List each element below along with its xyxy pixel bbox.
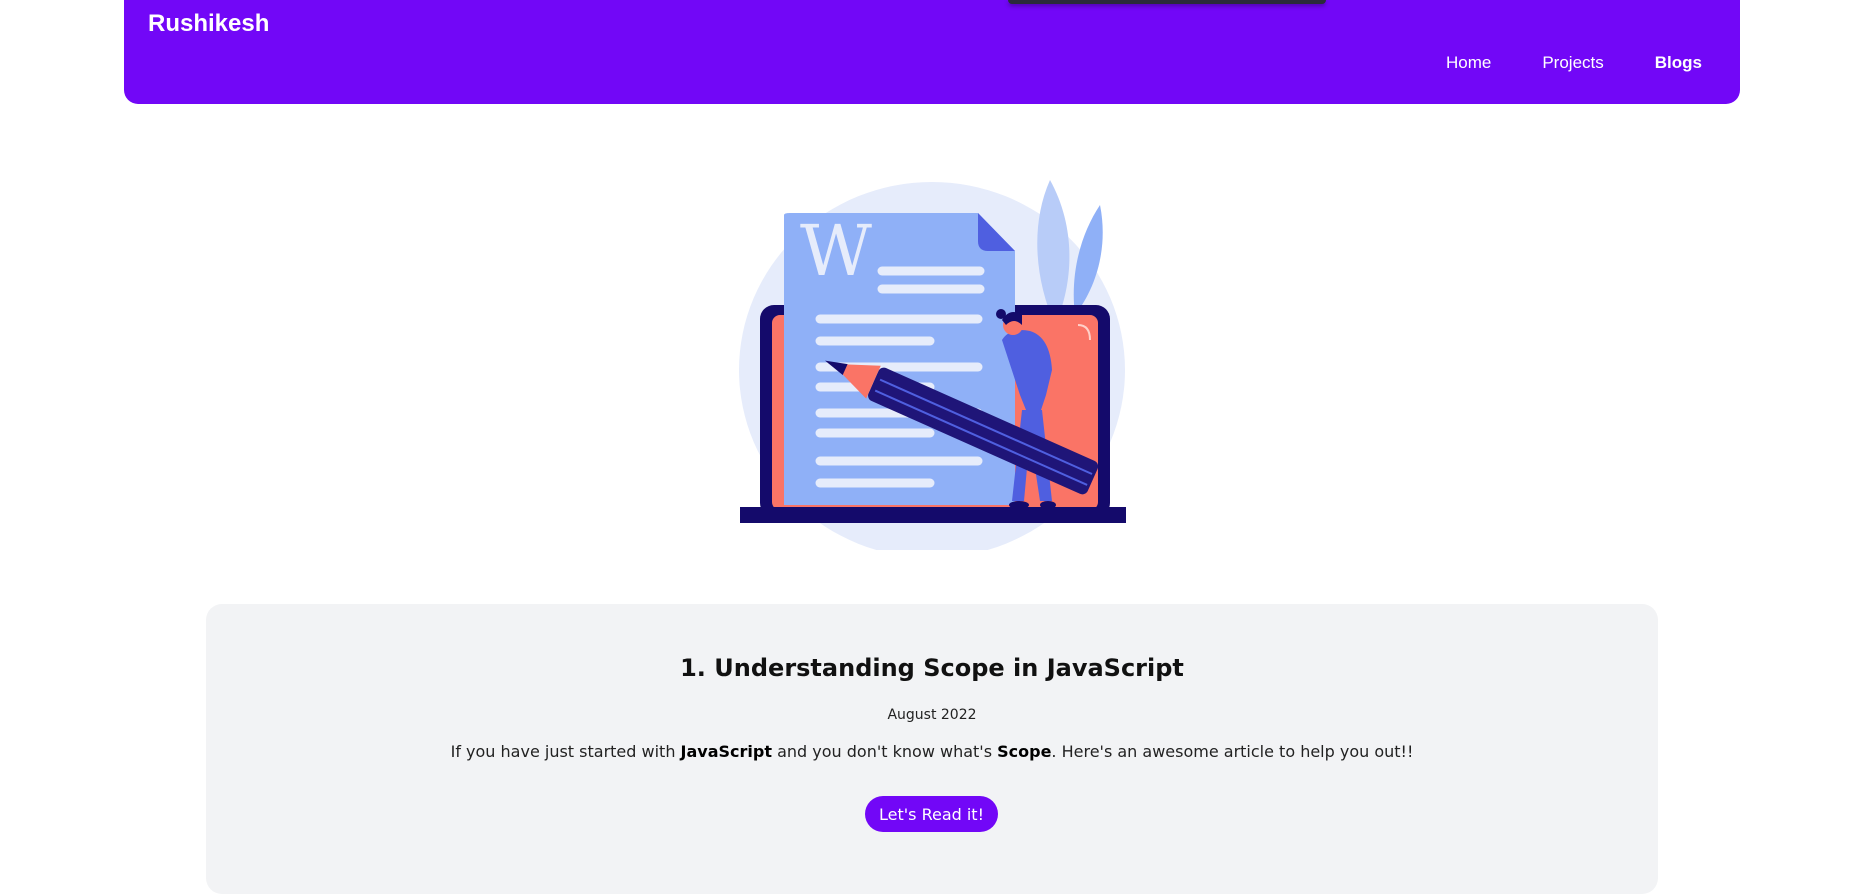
nav-link-home[interactable]: Home — [1446, 53, 1491, 73]
blog-writing-illustration-icon: W — [739, 180, 1126, 558]
read-article-button[interactable]: Let's Read it! — [865, 796, 998, 832]
nav-links: Home Projects Blogs — [1395, 53, 1702, 73]
blog-card: 1. Understanding Scope in JavaScript Aug… — [206, 604, 1658, 894]
brand-logo[interactable]: Rushikesh — [148, 10, 269, 38]
nav-link-projects[interactable]: Projects — [1542, 53, 1603, 73]
blog-desc-bold-2: Scope — [997, 742, 1052, 761]
blog-desc-bold-1: JavaScript — [680, 742, 773, 761]
blog-desc-text-1: If you have just started with — [450, 742, 681, 761]
overlay-tooltip-edge — [1008, 0, 1326, 4]
hero-illustration: W — [730, 165, 1130, 558]
navbar: Rushikesh Home Projects Blogs — [124, 0, 1740, 104]
nav-link-blogs[interactable]: Blogs — [1655, 53, 1702, 73]
blog-description: If you have just started with JavaScript… — [206, 742, 1658, 761]
blog-desc-text-2: and you don't know what's — [772, 742, 998, 761]
blog-title: 1. Understanding Scope in JavaScript — [680, 654, 1184, 682]
document-w-letter: W — [800, 210, 872, 292]
blog-date: August 2022 — [887, 707, 977, 723]
blog-desc-text-3: . Here's an awesome article to help you … — [1051, 742, 1414, 761]
